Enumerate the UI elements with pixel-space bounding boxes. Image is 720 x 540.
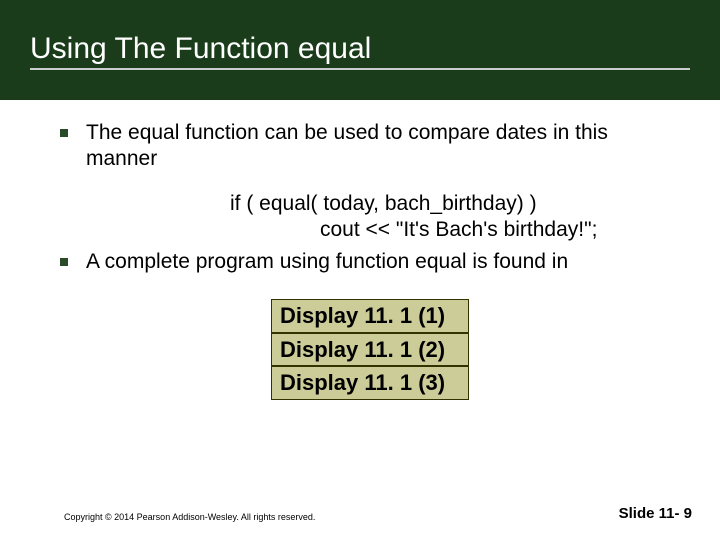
code-block: if ( equal( today, bach_birthday) ) cout… xyxy=(230,191,680,244)
copyright-text: Copyright © 2014 Pearson Addison-Wesley.… xyxy=(64,512,315,522)
display-links: Display 11. 1 (1) Display 11. 1 (2) Disp… xyxy=(271,299,469,400)
slide-number: Slide 11- 9 xyxy=(619,505,692,522)
slide-title: Using The Function equal xyxy=(30,32,690,70)
footer: Copyright © 2014 Pearson Addison-Wesley.… xyxy=(0,505,720,522)
bullet-text: A complete program using function equal … xyxy=(86,249,680,275)
display-link[interactable]: Display 11. 1 (2) xyxy=(271,333,469,367)
code-line: if ( equal( today, bach_birthday) ) xyxy=(230,191,680,217)
display-link[interactable]: Display 11. 1 (3) xyxy=(271,366,469,400)
slide: Using The Function equal The equal funct… xyxy=(0,0,720,540)
code-line: cout << "It's Bach's birthday!"; xyxy=(320,217,680,243)
bullet-item: A complete program using function equal … xyxy=(60,249,680,275)
slide-body: The equal function can be used to compar… xyxy=(0,100,720,400)
title-bar: Using The Function equal xyxy=(0,0,720,100)
bullet-square-icon xyxy=(60,129,68,137)
display-link[interactable]: Display 11. 1 (1) xyxy=(271,299,469,333)
bullet-square-icon xyxy=(60,258,68,266)
bullet-text: The equal function can be used to compar… xyxy=(86,120,680,173)
bullet-item: The equal function can be used to compar… xyxy=(60,120,680,173)
